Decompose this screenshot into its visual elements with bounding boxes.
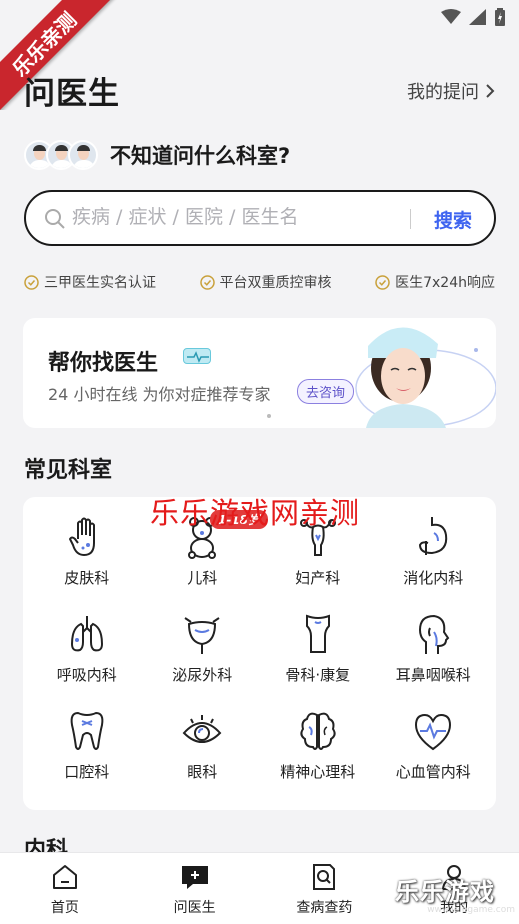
check-circle-icon — [199, 274, 215, 290]
doc-search-icon — [313, 864, 336, 890]
dept-ent[interactable]: 耳鼻咽喉科 — [376, 612, 492, 687]
watermark-text: 乐乐游戏网亲测 — [150, 496, 361, 530]
header: 问医生 我的提问 — [24, 68, 495, 114]
signal-icon — [469, 9, 486, 25]
feature-label: 平台双重质控审核 — [219, 275, 332, 291]
search-button[interactable]: 搜索 — [434, 206, 472, 233]
banner-subtitle: 24 小时在线 为你对症推荐专家 — [48, 385, 271, 404]
lungs-icon — [70, 616, 103, 652]
tab-label: 问医生 — [173, 900, 216, 916]
dept-psychiatry[interactable]: 精神心理科 — [260, 709, 376, 784]
dept-label: 骨科·康复 — [285, 666, 351, 684]
feature-item: 平台双重质控审核 — [199, 272, 332, 292]
feature-item: 医生7x24h响应 — [375, 272, 495, 292]
brain-icon — [300, 712, 336, 750]
check-circle-icon — [375, 274, 390, 290]
dept-label: 心血管内科 — [395, 763, 471, 781]
my-questions-link[interactable]: 我的提问 — [407, 78, 495, 104]
dept-label: 精神心理科 — [280, 763, 356, 781]
departments-card: 皮肤科 儿科 妇产科 消化内科 呼吸内科 泌尿外科 骨科·康复 耳鼻咽喉科 口腔… — [23, 497, 496, 810]
stomach-icon — [419, 517, 448, 555]
tab-disease-drug[interactable]: 查病查药 — [260, 853, 390, 924]
corner-watermark: 乐乐游戏 www.lelegame.com — [395, 872, 515, 922]
tab-label: 首页 — [50, 900, 79, 916]
dept-label: 眼科 — [187, 763, 218, 781]
tab-ask-doctor[interactable]: 问医生 — [130, 853, 260, 924]
dept-label: 泌尿外科 — [172, 666, 233, 684]
corner-watermark-text: 乐乐游戏 — [395, 878, 495, 906]
chat-plus-icon — [181, 866, 208, 889]
dept-dermatology[interactable]: 皮肤科 — [29, 515, 145, 590]
dept-respiratory[interactable]: 呼吸内科 — [29, 612, 145, 687]
dept-label: 呼吸内科 — [56, 666, 117, 684]
nurse-illustration — [355, 327, 496, 428]
dept-ophthalmology[interactable]: 眼科 — [145, 709, 261, 784]
dept-label: 口腔科 — [64, 763, 110, 781]
heart-pulse-icon — [415, 713, 452, 751]
chevron-right-icon — [486, 84, 495, 98]
wifi-icon — [441, 9, 461, 24]
trust-features: 三甲医生实名认证 平台双重质控审核 医生7x24h响应 — [24, 272, 495, 292]
dept-urology[interactable]: 泌尿外科 — [145, 612, 261, 687]
head-profile-icon — [419, 614, 450, 654]
dept-label: 皮肤科 — [64, 569, 110, 587]
tab-home[interactable]: 首页 — [0, 853, 130, 924]
hand-icon — [68, 517, 95, 556]
dept-label: 耳鼻咽喉科 — [395, 666, 471, 684]
section-title-common-departments: 常见科室 — [24, 458, 113, 483]
dept-label: 消化内科 — [403, 569, 464, 587]
dept-orthopedics[interactable]: 骨科·康复 — [260, 612, 376, 687]
dept-label: 妇产科 — [295, 569, 341, 587]
pulse-icon — [183, 348, 211, 364]
feature-item: 三甲医生实名认证 — [24, 272, 156, 292]
page-title: 问医生 — [24, 76, 120, 112]
department-prompt[interactable]: 不知道问什么科室? — [24, 140, 290, 170]
check-circle-icon — [24, 274, 39, 290]
search-icon — [45, 209, 65, 229]
search-bar[interactable]: 搜索 — [24, 190, 496, 246]
bone-icon — [305, 614, 330, 653]
feature-label: 三甲医生实名认证 — [44, 275, 156, 291]
dept-dental[interactable]: 口腔科 — [29, 709, 145, 784]
carousel-indicator — [267, 414, 271, 418]
search-input[interactable] — [72, 206, 392, 228]
tab-label: 查病查药 — [296, 900, 353, 916]
dept-cardiology[interactable]: 心血管内科 — [376, 709, 492, 784]
banner-title: 帮你找医生 — [48, 351, 159, 376]
prompt-text: 不知道问什么科室? — [110, 144, 291, 168]
battery-icon — [495, 8, 505, 26]
dept-label: 儿科 — [187, 569, 218, 587]
search-divider — [410, 209, 411, 229]
feature-label: 医生7x24h响应 — [395, 275, 495, 291]
avatar — [68, 140, 98, 170]
tooth-icon — [70, 711, 104, 750]
doctor-avatars — [24, 140, 98, 170]
my-questions-label: 我的提问 — [407, 82, 479, 103]
bladder-icon — [184, 617, 220, 654]
eye-icon — [182, 715, 222, 743]
home-icon — [52, 865, 77, 889]
dept-gastroenterology[interactable]: 消化内科 — [376, 515, 492, 590]
find-doctor-banner[interactable]: 帮你找医生 24 小时在线 为你对症推荐专家 去咨询 — [23, 318, 496, 428]
